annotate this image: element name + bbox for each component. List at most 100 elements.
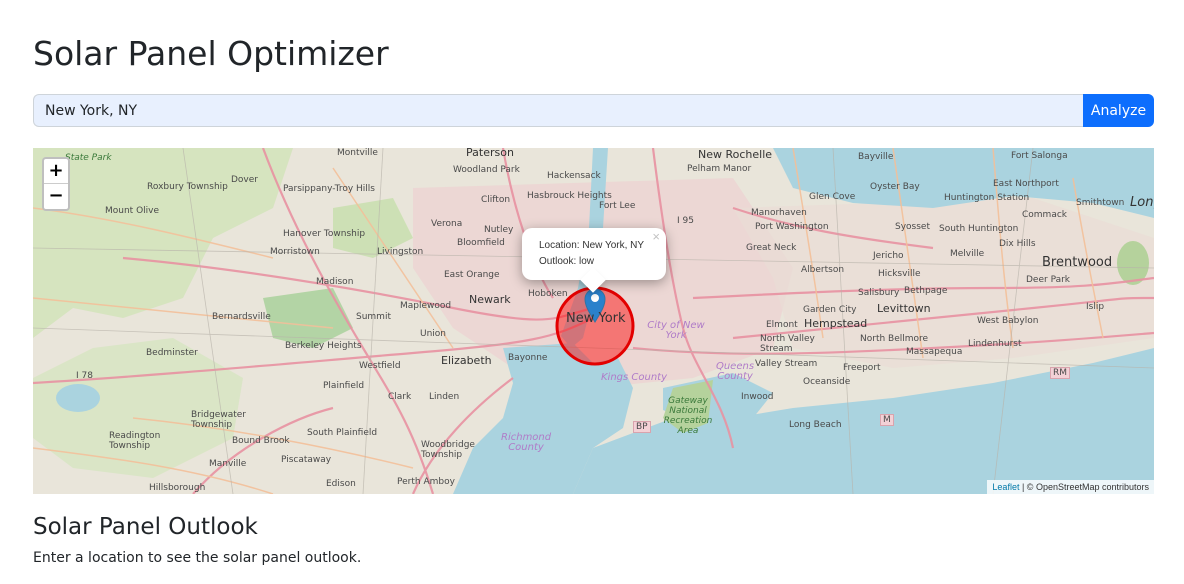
place-label: Glen Cove (809, 192, 856, 202)
place-label: Dix Hills (999, 239, 1036, 249)
place-label: Fort Lee (599, 201, 636, 211)
place-label: Pelham Manor (687, 164, 752, 174)
place-label: Edison (326, 479, 356, 489)
place-label: Bayonne (508, 353, 548, 363)
place-label: Freeport (843, 363, 881, 373)
place-label: Roxbury Township (147, 182, 228, 192)
place-label: Port Washington (755, 222, 829, 232)
place-label: North Valley Stream (760, 334, 815, 354)
place-label: North Bellmore (860, 334, 929, 344)
place-label: RM (1050, 367, 1071, 379)
place-label: Newark (469, 293, 511, 306)
place-label: Perth Amboy (397, 477, 455, 487)
place-label: Albertson (801, 265, 845, 275)
place-label: Berkeley Heights (285, 341, 362, 351)
place-label: Oyster Bay (870, 182, 920, 192)
place-label: Islip (1086, 302, 1105, 312)
place-label: Lindenhurst (968, 339, 1022, 349)
place-label: Livingston (377, 247, 424, 257)
place-label: Woodbridge Township (421, 440, 475, 460)
leaflet-link[interactable]: Leaflet (992, 482, 1019, 492)
map[interactable]: State Park Paterson Montville New Rochel… (33, 148, 1154, 494)
place-label: Paterson (466, 148, 514, 159)
place-label: Salisbury (858, 288, 900, 298)
outlook-heading: Solar Panel Outlook (33, 514, 258, 540)
place-label: Jericho (873, 251, 904, 261)
place-label: West Babylon (977, 316, 1039, 326)
page-title: Solar Panel Optimizer (33, 34, 389, 73)
place-label: Bayville (858, 152, 894, 162)
place-label: Hackensack (547, 171, 601, 181)
marker-popup: × Location: New York, NY Outlook: low (522, 228, 666, 293)
place-label: Parsippany-Troy Hills (283, 184, 375, 194)
place-label: East Northport (993, 179, 1059, 189)
place-label: Piscataway (281, 455, 332, 465)
place-label: Oceanside (803, 377, 851, 387)
place-label: Bloomfield (457, 238, 505, 248)
osm-attribution-text: | © OpenStreetMap contributors (1021, 482, 1149, 492)
place-label: I 95 (677, 216, 694, 226)
popup-location-text: Location: New York, NY (539, 240, 645, 251)
place-label: Summit (356, 312, 391, 322)
place-label: Hillsborough (149, 483, 206, 493)
place-label: Dover (231, 175, 258, 185)
page: Solar Panel Optimizer Analyze (0, 0, 1184, 584)
place-label: Long Beach (789, 420, 842, 430)
zoom-out-button[interactable]: − (44, 184, 68, 209)
place-label: Montville (337, 148, 378, 158)
place-label: M (880, 414, 894, 426)
place-label: Linden (429, 392, 460, 402)
place-label: Hoboken (528, 289, 568, 299)
place-label: Madison (316, 277, 354, 287)
place-label: Elizabeth (441, 354, 492, 367)
place-label: New York (566, 311, 626, 326)
zoom-in-button[interactable]: + (44, 159, 68, 184)
place-label: Fort Salonga (1011, 151, 1068, 161)
place-label: Massapequa (906, 347, 963, 357)
place-label: Readington Township (109, 431, 161, 451)
place-label: Hicksville (878, 269, 921, 279)
place-label: Richmond County (501, 432, 552, 453)
location-input[interactable] (33, 94, 1083, 127)
place-label: Valley Stream (755, 359, 818, 369)
place-label: Plainfield (323, 381, 365, 391)
place-label: Bridgewater Township (191, 410, 246, 430)
place-label: Hasbrouck Heights (527, 191, 612, 201)
place-label: BP (633, 421, 651, 433)
place-label: South Huntington (939, 224, 1019, 234)
place-label: East Orange (444, 270, 500, 280)
place-label: Garden City (803, 305, 857, 315)
search-row: Analyze (33, 94, 1154, 127)
place-label: Queens County (715, 361, 755, 382)
place-label: Manorhaven (751, 208, 807, 218)
place-label: Inwood (741, 392, 774, 402)
place-label: Mount Olive (105, 206, 160, 216)
place-label: Syosset (895, 222, 930, 232)
place-label: Clark (388, 392, 412, 402)
place-label: Commack (1022, 210, 1067, 220)
place-label: City of New York (647, 320, 705, 341)
analyze-button[interactable]: Analyze (1083, 94, 1154, 127)
place-label: Maplewood (400, 301, 452, 311)
place-label: Brentwood (1042, 255, 1113, 270)
place-label: State Park (65, 153, 112, 163)
map-attribution: Leaflet | © OpenStreetMap contributors (987, 480, 1154, 494)
place-label: Huntington Station (944, 193, 1030, 203)
place-label: Morristown (270, 247, 320, 257)
place-label: Hanover Township (283, 229, 366, 239)
place-label: Manville (209, 459, 247, 469)
place-label: Clifton (481, 195, 511, 205)
place-label: Hempstead (804, 317, 868, 330)
place-label: Verona (431, 219, 463, 229)
place-label: Smithtown (1076, 198, 1125, 208)
place-label: Levittown (877, 302, 931, 315)
place-label: Great Neck (746, 243, 797, 253)
place-label: Woodland Park (453, 165, 520, 175)
popup-outlook-text: Outlook: low (539, 256, 595, 267)
place-label: I 78 (76, 371, 93, 381)
place-label: Bound Brook (232, 436, 290, 446)
place-label: Elmont (766, 320, 798, 330)
place-label: Union (420, 329, 447, 339)
place-label: Nutley (484, 225, 514, 235)
outlook-text: Enter a location to see the solar panel … (33, 550, 362, 566)
